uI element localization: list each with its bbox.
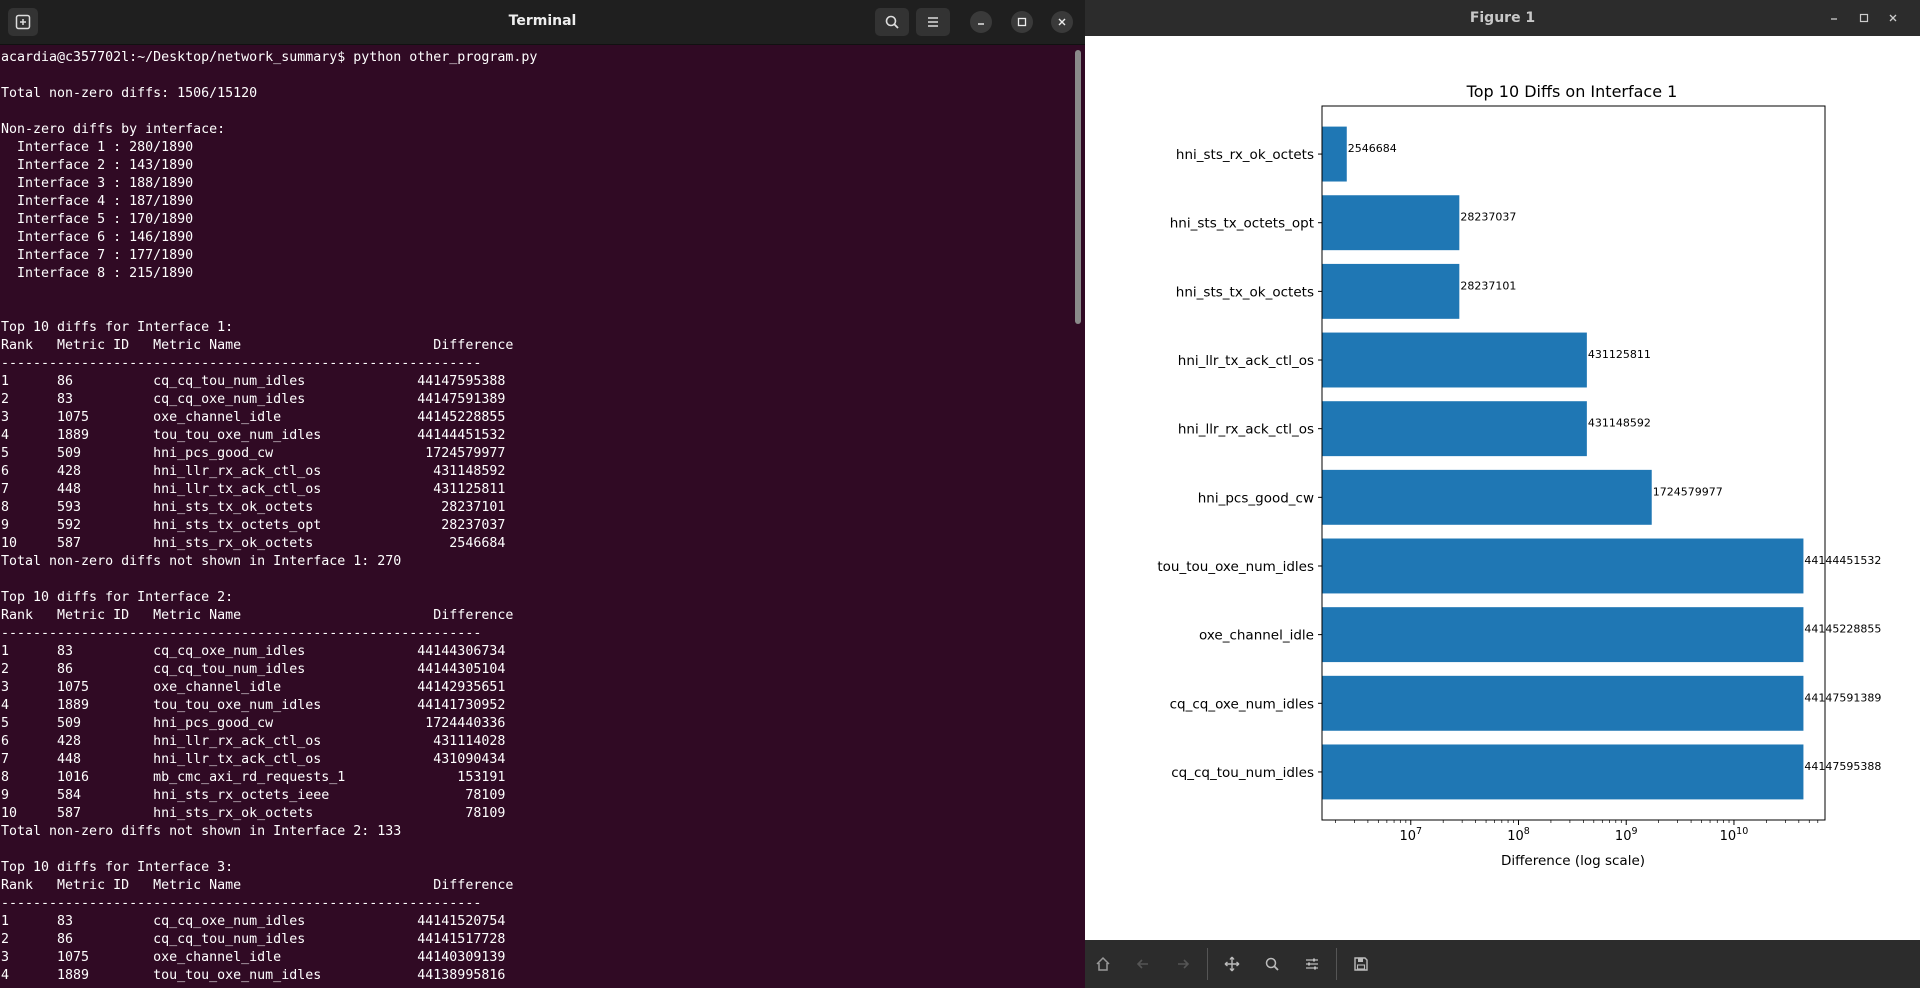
menu-button[interactable] (916, 8, 950, 36)
figure-toolbar (1085, 940, 1920, 988)
save-button[interactable] (1345, 948, 1377, 980)
zoom-button[interactable] (1256, 948, 1288, 980)
back-button[interactable] (1127, 948, 1159, 980)
arrow-left-icon (1136, 959, 1148, 969)
y-tick-label: cq_cq_oxe_num_idles (1170, 696, 1314, 712)
figure-maximize-button[interactable] (1854, 8, 1874, 28)
y-tick-label: hni_llr_tx_ack_ctl_os (1178, 353, 1314, 369)
y-tick-label: tou_tou_oxe_num_idles (1157, 559, 1314, 575)
y-tick-label: hni_sts_rx_ok_octets (1176, 147, 1314, 163)
figure-minimize-button[interactable] (1824, 8, 1844, 28)
home-button[interactable] (1087, 948, 1119, 980)
terminal-output[interactable]: acardia@c357702l:~/Desktop/network_summa… (0, 46, 1070, 988)
value-label: 431125811 (1588, 348, 1651, 361)
bar-hni_sts_tx_ok_octets (1322, 263, 1460, 319)
value-label: 2546684 (1348, 142, 1397, 155)
y-tick-label: hni_pcs_good_cw (1198, 490, 1314, 506)
bar-hni_pcs_good_cw (1322, 469, 1652, 525)
minimize-icon (978, 23, 984, 25)
bar-hni_sts_tx_octets_opt (1322, 195, 1460, 251)
home-icon (1096, 956, 1110, 971)
save-icon (1354, 957, 1368, 971)
arrow-right-icon (1178, 959, 1190, 969)
value-label: 44147595388 (1804, 760, 1881, 773)
bar-cq_cq_tou_num_idles (1322, 744, 1804, 800)
maximize-button[interactable] (1011, 11, 1033, 33)
sliders-icon (1306, 958, 1318, 970)
bar-hni_sts_rx_ok_octets (1322, 126, 1347, 182)
figure-canvas[interactable]: Top 10 Diffs on Interface 1 hni_sts_rx_o… (1085, 36, 1920, 940)
figure-titlebar: Figure 1 (1085, 0, 1920, 36)
value-label: 431148592 (1588, 417, 1651, 430)
terminal-scrollbar[interactable] (1075, 50, 1081, 324)
bar-chart: Top 10 Diffs on Interface 1 hni_sts_rx_o… (1157, 82, 1881, 869)
close-icon (1889, 14, 1897, 22)
hamburger-menu-icon (928, 17, 938, 27)
new-tab-button[interactable] (8, 8, 38, 36)
value-label: 28237037 (1460, 211, 1516, 224)
value-label: 44145228855 (1804, 623, 1881, 636)
search-button[interactable] (875, 8, 909, 36)
figure-window: Figure 1 Top 10 Diffs on Interface 1 hni… (1085, 0, 1920, 988)
close-icon (1058, 18, 1066, 26)
x-tick-label: 107 (1399, 826, 1422, 844)
y-tick-label: oxe_channel_idle (1199, 628, 1314, 644)
y-tick-label: hni_llr_rx_ack_ctl_os (1178, 422, 1314, 438)
minimize-button[interactable] (970, 11, 992, 33)
bar-cq_cq_oxe_num_idles (1322, 675, 1804, 731)
bar-hni_llr_tx_ack_ctl_os (1322, 332, 1587, 388)
x-axis-label: Difference (log scale) (1501, 853, 1645, 869)
zoom-icon (1265, 957, 1279, 971)
close-button[interactable] (1051, 11, 1073, 33)
bar-hni_llr_rx_ack_ctl_os (1322, 401, 1587, 457)
figure-title: Figure 1 (1469, 10, 1536, 26)
configure-subplots-button[interactable] (1296, 948, 1328, 980)
bar-tou_tou_oxe_num_idles (1322, 538, 1804, 594)
y-tick-label: hni_sts_tx_octets_opt (1170, 216, 1314, 232)
figure-close-button[interactable] (1883, 8, 1903, 28)
toolbar-separator (1336, 948, 1337, 980)
forward-button[interactable] (1167, 948, 1199, 980)
chart-title: Top 10 Diffs on Interface 1 (1466, 82, 1678, 101)
pan-button[interactable] (1216, 948, 1248, 980)
value-label: 44147591389 (1804, 691, 1881, 704)
search-icon (885, 15, 899, 29)
maximize-icon (1859, 13, 1869, 23)
minimize-icon (1831, 18, 1837, 20)
value-label: 28237101 (1460, 279, 1516, 292)
terminal-text: acardia@c357702l:~/Desktop/network_summa… (1, 50, 538, 983)
y-tick-label: hni_sts_tx_ok_octets (1176, 284, 1314, 300)
value-label: 1724579977 (1653, 485, 1723, 498)
terminal-titlebar: Terminal (0, 0, 1085, 45)
y-tick-label: cq_cq_tou_num_idles (1171, 765, 1314, 781)
bar-oxe_channel_idle (1322, 607, 1804, 663)
value-label: 44144451532 (1804, 554, 1881, 567)
x-tick-label: 1010 (1720, 826, 1749, 844)
x-tick-label: 109 (1615, 826, 1638, 844)
move-icon (1224, 956, 1240, 972)
toolbar-separator (1207, 948, 1208, 980)
terminal-window: Terminal acardia@c357702l:~/Desktop/netw… (0, 0, 1085, 988)
x-tick-label: 108 (1507, 826, 1530, 844)
maximize-icon (1017, 17, 1027, 27)
new-tab-icon (15, 14, 31, 30)
